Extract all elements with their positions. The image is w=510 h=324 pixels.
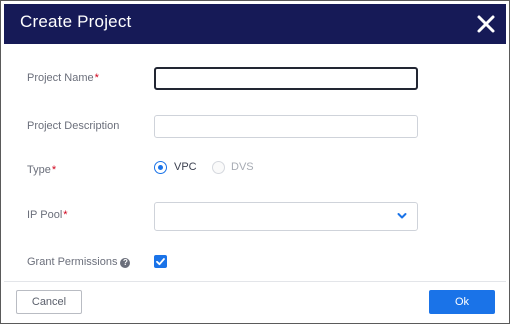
radio-dvs[interactable] [212,161,225,174]
cancel-button[interactable]: Cancel [16,290,82,314]
radio-dvs-label[interactable]: DVS [231,161,254,174]
footer-divider [4,281,506,282]
radio-vpc-label[interactable]: VPC [174,161,197,174]
help-icon[interactable]: ? [120,258,131,268]
project-name-label-text: Project Name [27,72,94,84]
radio-vpc[interactable] [154,161,167,174]
required-marker: * [63,209,68,221]
project-description-label: Project Description [27,120,120,132]
grant-permissions-checkbox[interactable] [154,255,167,268]
ip-pool-label-text: IP Pool [27,209,63,221]
project-name-input[interactable] [154,67,418,90]
ip-pool-label: IP Pool* [27,209,68,221]
close-icon [477,15,495,33]
dialog-title: Create Project [20,12,132,31]
required-marker: * [51,164,57,176]
project-description-input[interactable] [154,115,418,138]
dialog-body: Project Name* Project Description Type* … [4,44,506,281]
close-button[interactable] [474,12,498,36]
type-label: Type* [27,164,56,176]
ip-pool-select[interactable] [154,202,418,231]
dialog-header: Create Project [4,4,506,44]
project-name-label: Project Name* [27,72,99,84]
chevron-down-icon [397,213,407,219]
type-label-text: Type [27,164,51,176]
required-marker: * [94,72,99,84]
create-project-dialog: Create Project Project Name* Project Des… [0,0,510,324]
grant-permissions-label: Grant Permissions? [27,256,131,268]
grant-permissions-label-text: Grant Permissions [27,256,118,268]
ok-button[interactable]: Ok [429,290,495,314]
checkmark-icon [156,258,165,266]
